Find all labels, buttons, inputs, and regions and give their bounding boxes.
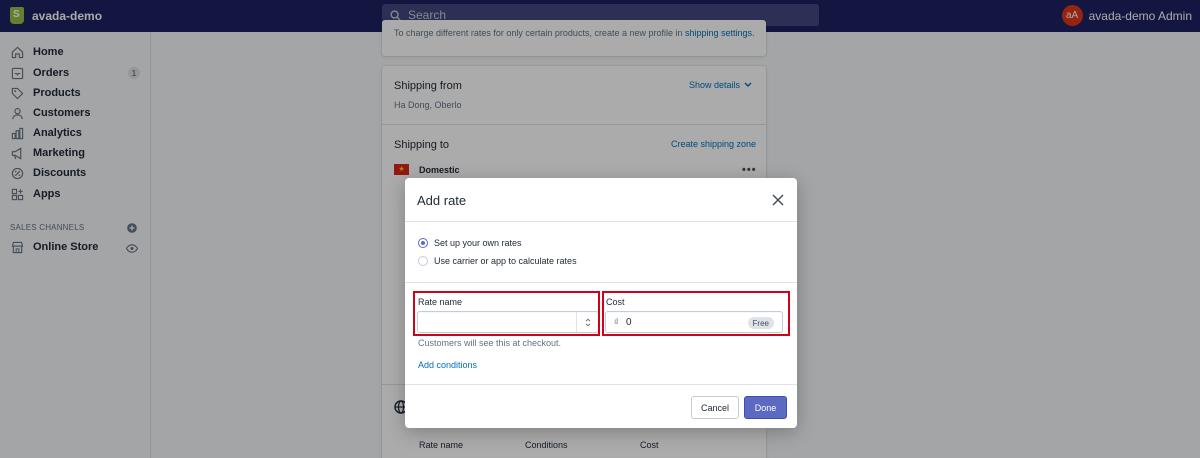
radio-label: Set up your own rates	[434, 238, 522, 248]
add-rate-modal: Add rate Set up your own rates Use carri…	[405, 178, 797, 428]
cost-highlight-box	[602, 291, 790, 336]
divider	[405, 282, 797, 283]
radio-label: Use carrier or app to calculate rates	[434, 256, 577, 266]
radio-own-rates[interactable]: Set up your own rates	[418, 238, 522, 248]
add-conditions-link[interactable]: Add conditions	[418, 360, 477, 370]
divider	[405, 221, 797, 222]
radio-button[interactable]	[418, 256, 428, 266]
done-button[interactable]: Done	[744, 396, 787, 419]
close-icon	[772, 194, 784, 206]
radio-carrier-rates[interactable]: Use carrier or app to calculate rates	[418, 256, 577, 266]
rate-name-help-text: Customers will see this at checkout.	[418, 338, 562, 348]
rate-name-highlight-box	[413, 291, 600, 336]
close-button[interactable]	[768, 190, 788, 210]
divider	[405, 384, 797, 385]
cancel-button[interactable]: Cancel	[691, 396, 739, 419]
modal-title: Add rate	[417, 193, 467, 208]
radio-button-selected[interactable]	[418, 238, 428, 248]
